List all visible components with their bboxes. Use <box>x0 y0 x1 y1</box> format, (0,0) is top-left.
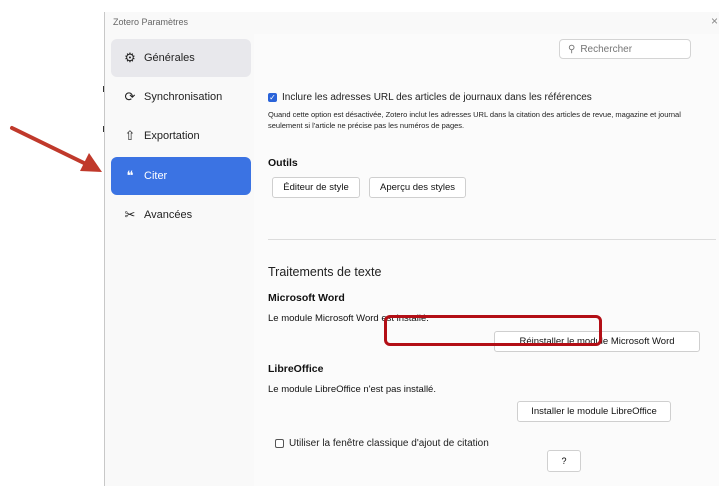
search-input[interactable] <box>578 42 683 56</box>
window-title: Zotero Paramètres <box>113 17 189 27</box>
content-pane: ⚲ ✓ Inclure les adresses URL des article… <box>254 34 719 486</box>
style-preview-button[interactable]: Aperçu des styles <box>369 177 466 198</box>
style-editor-button[interactable]: Éditeur de style <box>272 177 360 198</box>
sidebar-item-label: Exportation <box>144 130 200 142</box>
include-urls-option[interactable]: ✓ Inclure les adresses URL des articles … <box>268 92 592 103</box>
sidebar-item-label: Synchronisation <box>144 91 223 103</box>
cite-icon: ❝ <box>126 168 134 183</box>
export-icon: ⇧ <box>124 128 136 143</box>
sidebar-item-label: Avancées <box>144 209 193 221</box>
include-urls-label: Inclure les adresses URL des articles de… <box>282 92 592 103</box>
sidebar-item-generales[interactable]: ⚙ Générales <box>111 39 251 77</box>
install-libreoffice-button[interactable]: Installer le module LibreOffice <box>517 401 671 422</box>
sidebar-item-avancees[interactable]: ✂ Avancées <box>111 196 251 234</box>
sidebar: ⚙ Générales ⟳ Synchronisation ⇧ Exportat… <box>105 37 253 486</box>
search-box[interactable]: ⚲ <box>559 39 691 59</box>
gear-icon: ⚙ <box>124 50 136 65</box>
include-urls-checkbox[interactable]: ✓ <box>268 93 277 102</box>
word-heading: Microsoft Word <box>268 292 345 304</box>
include-urls-description: Quand cette option est désactivée, Zoter… <box>268 110 681 130</box>
libreoffice-status: Le module LibreOffice n'est pas installé… <box>268 384 436 395</box>
settings-window: Zotero Paramètres × ⚙ Générales ⟳ Synchr… <box>104 12 719 486</box>
tools-icon: ✂ <box>124 207 136 222</box>
classic-dialog-option[interactable]: Utiliser la fenêtre classique d'ajout de… <box>275 438 489 449</box>
word-processors-heading: Traitements de texte <box>268 265 382 279</box>
libreoffice-heading: LibreOffice <box>268 363 324 375</box>
sync-icon: ⟳ <box>124 89 136 104</box>
sidebar-item-label: Générales <box>144 52 195 64</box>
annotation-arrow <box>10 126 102 172</box>
tools-heading: Outils <box>268 157 298 169</box>
classic-dialog-checkbox[interactable] <box>275 439 284 448</box>
sidebar-item-exportation[interactable]: ⇧ Exportation <box>111 117 251 155</box>
classic-dialog-label: Utiliser la fenêtre classique d'ajout de… <box>289 438 489 449</box>
close-icon[interactable]: × <box>711 14 718 28</box>
title-bar: Zotero Paramètres × <box>105 12 719 34</box>
sidebar-item-synchronisation[interactable]: ⟳ Synchronisation <box>111 78 251 116</box>
search-icon: ⚲ <box>568 43 576 55</box>
help-button[interactable]: ? <box>547 450 581 472</box>
sidebar-item-label: Citer <box>144 170 168 182</box>
divider <box>268 239 716 240</box>
highlight-box <box>384 315 602 346</box>
sidebar-item-citer[interactable]: ❝ Citer <box>111 157 251 195</box>
